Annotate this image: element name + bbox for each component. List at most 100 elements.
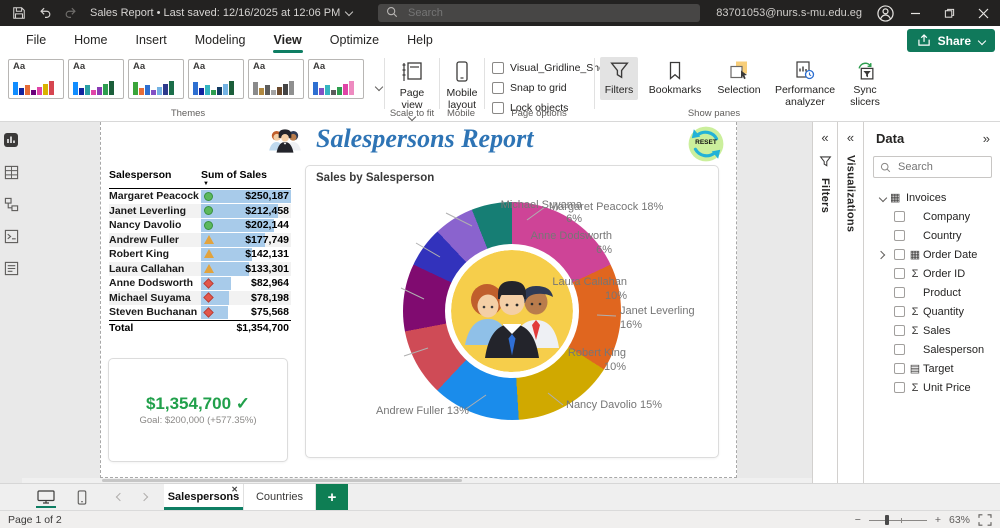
- zoom-out-button[interactable]: −: [855, 514, 861, 526]
- field-row-target[interactable]: ▤ Target: [864, 359, 1000, 378]
- search-input[interactable]: [406, 6, 666, 20]
- ribbon-tab-modeling[interactable]: Modeling: [181, 26, 260, 55]
- global-search-box[interactable]: [378, 4, 700, 22]
- ribbon-tab-help[interactable]: Help: [393, 26, 447, 55]
- expand-filters-icon[interactable]: «: [821, 130, 828, 145]
- table-row[interactable]: Anne Dodsworth $82,964: [109, 276, 291, 291]
- field-row-order-id[interactable]: Σ Order ID: [864, 264, 1000, 283]
- table-row[interactable]: Steven Buchanan $75,568: [109, 305, 291, 320]
- performance-analyzer-button[interactable]: Performance analyzer: [772, 57, 838, 108]
- ribbon-tab-home[interactable]: Home: [60, 26, 121, 55]
- zoom-in-button[interactable]: +: [935, 514, 941, 526]
- selection-button[interactable]: Selection: [712, 57, 766, 96]
- account-avatar[interactable]: [872, 0, 898, 26]
- field-checkbox[interactable]: [894, 382, 905, 393]
- ribbon-tab-view[interactable]: View: [260, 26, 316, 55]
- field-checkbox[interactable]: [894, 249, 905, 260]
- field-checkbox[interactable]: [894, 268, 905, 279]
- theme-card-2[interactable]: Aa: [68, 59, 124, 99]
- theme-card-5[interactable]: Aa: [248, 59, 304, 99]
- field-row-product[interactable]: Product: [864, 283, 1000, 302]
- save-icon[interactable]: [6, 0, 32, 26]
- sales-table-visual[interactable]: Salesperson Sum of Sales ▼ Margaret Peac…: [109, 167, 291, 335]
- theme-card-4[interactable]: Aa: [188, 59, 244, 99]
- field-row-quantity[interactable]: Σ Quantity: [864, 302, 1000, 321]
- theme-card-1[interactable]: Aa: [8, 59, 64, 99]
- mobile-view-icon[interactable]: [70, 484, 94, 510]
- ribbon-tab-optimize[interactable]: Optimize: [316, 26, 393, 55]
- column-header-salesperson[interactable]: Salesperson: [109, 169, 201, 181]
- expand-field-icon[interactable]: [876, 249, 886, 261]
- table-row[interactable]: Nancy Davolio $202,144: [109, 218, 291, 233]
- model-view-icon[interactable]: [4, 197, 19, 215]
- zoom-level[interactable]: 63%: [949, 514, 970, 526]
- table-row[interactable]: Andrew Fuller $177,749: [109, 232, 291, 247]
- web-view-icon[interactable]: [34, 484, 58, 510]
- pie-chart-card[interactable]: Sales by Salesperson Margaret Peacock 18…: [305, 165, 719, 458]
- minimize-button[interactable]: [898, 0, 932, 26]
- report-view-icon[interactable]: [3, 132, 19, 151]
- bookmarks-button[interactable]: Bookmarks: [644, 57, 706, 96]
- close-button[interactable]: [966, 0, 1000, 26]
- field-row-country[interactable]: Country: [864, 226, 1000, 245]
- themes-gallery-expand-icon[interactable]: [370, 81, 384, 93]
- new-page-button[interactable]: +: [316, 484, 348, 510]
- table-row[interactable]: Margaret Peacock $250,187: [109, 189, 291, 204]
- field-checkbox[interactable]: [894, 287, 905, 298]
- checkbox[interactable]: [492, 82, 504, 94]
- ribbon-tab-insert[interactable]: Insert: [122, 26, 181, 55]
- collapse-table-icon[interactable]: [874, 192, 888, 204]
- visualizations-pane-collapsed[interactable]: « Visualizations: [837, 122, 863, 483]
- field-checkbox[interactable]: [894, 306, 905, 317]
- prev-page-icon[interactable]: [108, 484, 132, 510]
- table-row[interactable]: Robert King $142,131: [109, 247, 291, 262]
- filters-ribbon-button[interactable]: Filters: [600, 57, 638, 101]
- field-checkbox[interactable]: [894, 211, 905, 222]
- field-checkbox[interactable]: [894, 363, 905, 374]
- close-page-icon[interactable]: ✕: [231, 485, 238, 494]
- table-row[interactable]: Janet Leverling $212,458: [109, 203, 291, 218]
- table-row[interactable]: Michael Suyama $78,198: [109, 290, 291, 305]
- column-header-sum-of-sales[interactable]: Sum of Sales ▼: [201, 169, 291, 187]
- restore-button[interactable]: [932, 0, 966, 26]
- title-dropdown-chevron-icon[interactable]: [345, 7, 354, 16]
- page-tab-salespersons[interactable]: Salespersons ✕: [164, 484, 244, 510]
- sync-slicers-button[interactable]: Sync slicers: [844, 57, 886, 108]
- report-page-canvas[interactable]: Salespersons Report RESET Salesperson Su…: [100, 122, 737, 478]
- zoom-slider[interactable]: [868, 514, 927, 525]
- next-page-icon[interactable]: [132, 484, 156, 510]
- reset-button[interactable]: RESET: [687, 125, 725, 163]
- theme-card-3[interactable]: Aa: [128, 59, 184, 99]
- field-row-salesperson[interactable]: Salesperson: [864, 340, 1000, 359]
- kpi-card[interactable]: $1,354,700 ✓ Goal: $200,000 (+577.35%): [108, 358, 288, 462]
- field-row-order-date[interactable]: ▦ Order Date: [864, 245, 1000, 264]
- redo-icon[interactable]: [58, 0, 84, 26]
- dax-query-view-icon[interactable]: [4, 229, 19, 247]
- table-view-icon[interactable]: [4, 165, 19, 183]
- expand-visualizations-icon[interactable]: «: [847, 130, 854, 145]
- table-node-invoices[interactable]: ▦ Invoices: [864, 188, 1000, 207]
- collapse-data-pane-icon[interactable]: »: [983, 131, 990, 146]
- field-checkbox[interactable]: [894, 230, 905, 241]
- undo-icon[interactable]: [32, 0, 58, 26]
- field-row-unit-price[interactable]: Σ Unit Price: [864, 378, 1000, 397]
- field-row-company[interactable]: Company: [864, 207, 1000, 226]
- data-search-box[interactable]: [873, 156, 992, 178]
- filters-pane-collapsed[interactable]: « Filters: [812, 122, 837, 483]
- sales-table-header[interactable]: Salesperson Sum of Sales ▼: [109, 167, 291, 189]
- share-button[interactable]: Share: [906, 29, 995, 52]
- table-row[interactable]: Laura Callahan $133,301: [109, 261, 291, 276]
- document-title[interactable]: Sales Report • Last saved: 12/16/2025 at…: [90, 7, 340, 19]
- checkbox[interactable]: [492, 62, 504, 74]
- ribbon-tab-file[interactable]: File: [12, 26, 60, 55]
- field-checkbox[interactable]: [894, 325, 905, 336]
- tmdl-view-icon[interactable]: [4, 261, 19, 279]
- account-email[interactable]: 83701053@nurs.s-mu.edu.eg: [716, 7, 862, 19]
- page-tab-countries[interactable]: Countries: [244, 484, 316, 510]
- data-search-input[interactable]: [896, 160, 976, 174]
- field-checkbox[interactable]: [894, 344, 905, 355]
- mobile-layout-button[interactable]: Mobile layout: [442, 60, 482, 111]
- fit-to-page-icon[interactable]: [978, 513, 992, 526]
- field-row-sales[interactable]: Σ Sales: [864, 321, 1000, 340]
- theme-card-6[interactable]: Aa: [308, 59, 364, 99]
